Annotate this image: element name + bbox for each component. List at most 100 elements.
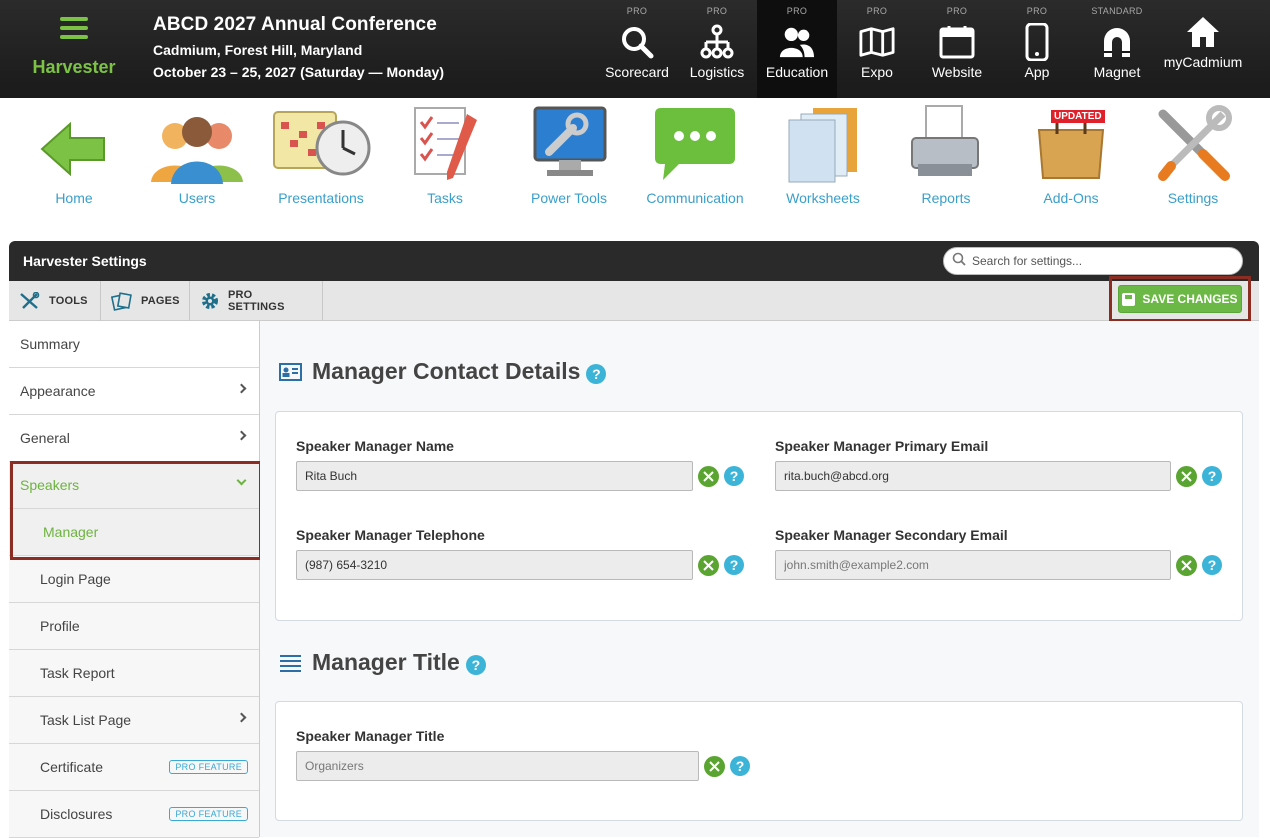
settings-sidebar: Summary Appearance General Speakers Mana… [9,321,260,838]
app-power-tools[interactable]: Power Tools [529,104,609,206]
contact-details-card: Speaker Manager Name ? Speaker Manager P… [275,411,1243,621]
panel-title: Harvester Settings [23,253,147,269]
secondary-email-input[interactable] [775,550,1171,580]
magnet-icon [1099,24,1135,60]
section-title-text: Manager Contact Details [312,358,581,384]
shopping-bag-icon: UPDATED [1031,104,1111,184]
app-home[interactable]: Home [34,104,114,206]
folder-icon [783,104,863,184]
sidebar-item-login-page[interactable]: Login Page [9,556,259,603]
manager-name-input[interactable] [296,461,693,491]
search-icon [952,252,966,271]
conference-location: Cadmium, Forest Hill, Maryland [153,42,363,58]
help-icon[interactable]: ? [1202,466,1222,486]
module-education[interactable]: PRO Education [757,0,837,98]
chat-bubble-icon [643,104,747,184]
module-expo[interactable]: PRO Expo [837,0,917,98]
app-label: Reports [921,190,971,206]
app-label: Users [178,190,216,206]
sidebar-item-disclosures[interactable]: Disclosures PRO FEATURE [9,791,259,838]
sidebar-item-label: Profile [40,618,80,634]
module-label: Logistics [689,64,745,80]
contact-card-icon [279,362,302,381]
app-tasks[interactable]: Tasks [405,104,485,206]
sidebar-item-manager[interactable]: Manager [9,509,259,556]
app-label: Presentations [278,190,364,206]
field-label: Speaker Manager Secondary Email [775,527,1008,543]
tab-pages[interactable]: PAGES [101,281,190,321]
sidebar-item-speakers[interactable]: Speakers [9,462,259,509]
sidebar-item-summary[interactable]: Summary [9,321,259,368]
field-label: Speaker Manager Primary Email [775,438,989,454]
sidebar-item-label: Disclosures [40,806,113,822]
users-icon [147,104,247,184]
sidebar-item-task-report[interactable]: Task Report [9,650,259,697]
brand[interactable]: Harvester [0,0,148,98]
help-icon[interactable]: ? [724,466,744,486]
pages-icon [111,291,133,311]
sidebar-item-certificate[interactable]: Certificate PRO FEATURE [9,744,259,791]
help-icon[interactable]: ? [1202,555,1222,575]
sidebar-item-label: Appearance [20,383,96,399]
save-label: SAVE CHANGES [1142,292,1238,306]
module-mycadmium[interactable]: myCadmium [1157,0,1249,98]
app-users[interactable]: Users [147,104,247,206]
tab-label: PAGES [141,295,180,307]
tab-tools[interactable]: TOOLS [9,281,101,321]
wrench-tool-icon[interactable] [698,465,719,487]
module-app[interactable]: PRO App [997,0,1077,98]
module-tier: STANDARD [1091,6,1143,16]
manager-title-input[interactable] [296,751,699,781]
module-label: Website [931,64,983,80]
save-changes-button[interactable]: SAVE CHANGES [1118,285,1242,313]
primary-email-input[interactable] [775,461,1171,491]
sidebar-item-label: Task Report [40,665,115,681]
module-scorecard[interactable]: PRO Scorecard [597,0,677,98]
module-logistics[interactable]: PRO Logistics [677,0,757,98]
app-worksheets[interactable]: Worksheets [783,104,863,206]
wrench-tool-icon[interactable] [1176,554,1197,576]
module-label: Magnet [1093,64,1141,80]
settings-content: Manager Contact Details ? Speaker Manage… [260,321,1259,837]
sidebar-item-general[interactable]: General [9,415,259,462]
telephone-input[interactable] [296,550,693,580]
sidebar-item-appearance[interactable]: Appearance [9,368,259,415]
conference-dates: October 23 – 25, 2027 (Saturday — Monday… [153,64,444,80]
module-website[interactable]: PRO Website [917,0,997,98]
app-add-ons[interactable]: UPDATED Add-Ons [1031,104,1111,206]
tab-pro-settings[interactable]: PRO SETTINGS [190,281,323,321]
field-manager-title: Speaker Manager Title ? [296,728,750,781]
help-icon[interactable]: ? [586,363,607,384]
wrench-tool-icon[interactable] [698,554,719,576]
field-primary-email: Speaker Manager Primary Email ? [775,438,1222,491]
settings-search[interactable] [943,247,1243,275]
map-icon [859,24,895,60]
app-settings[interactable]: Settings [1153,104,1233,206]
help-icon[interactable]: ? [730,756,750,776]
module-label: myCadmium [1163,54,1243,70]
phone-icon [1019,23,1055,61]
sidebar-item-task-list-page[interactable]: Task List Page [9,697,259,744]
app-presentations[interactable]: Presentations [271,104,371,206]
module-magnet[interactable]: STANDARD Magnet [1077,0,1157,98]
app-reports[interactable]: Reports [906,104,986,206]
help-icon[interactable]: ? [465,654,486,675]
floppy-disk-icon [1122,292,1136,306]
module-nav: PRO Scorecard PRO Logistics PRO Educatio… [597,0,1249,98]
app-label: Add-Ons [1043,190,1099,206]
search-input[interactable] [972,254,1232,268]
wrench-tool-icon[interactable] [1176,465,1197,487]
section-title-text: Manager Title [312,649,460,675]
sidebar-item-profile[interactable]: Profile [9,603,259,650]
people-icon [779,24,815,60]
app-label: Home [55,190,93,206]
module-tier: PRO [706,6,728,16]
hamburger-menu-icon[interactable] [60,17,88,39]
top-bar: Harvester ABCD 2027 Annual Conference Ca… [0,0,1270,98]
network-icon [699,24,735,60]
wrench-tool-icon[interactable] [704,755,725,777]
app-communication[interactable]: Communication [643,104,747,206]
pro-feature-badge: PRO FEATURE [169,807,248,821]
field-label: Speaker Manager Telephone [296,527,485,543]
help-icon[interactable]: ? [724,555,744,575]
